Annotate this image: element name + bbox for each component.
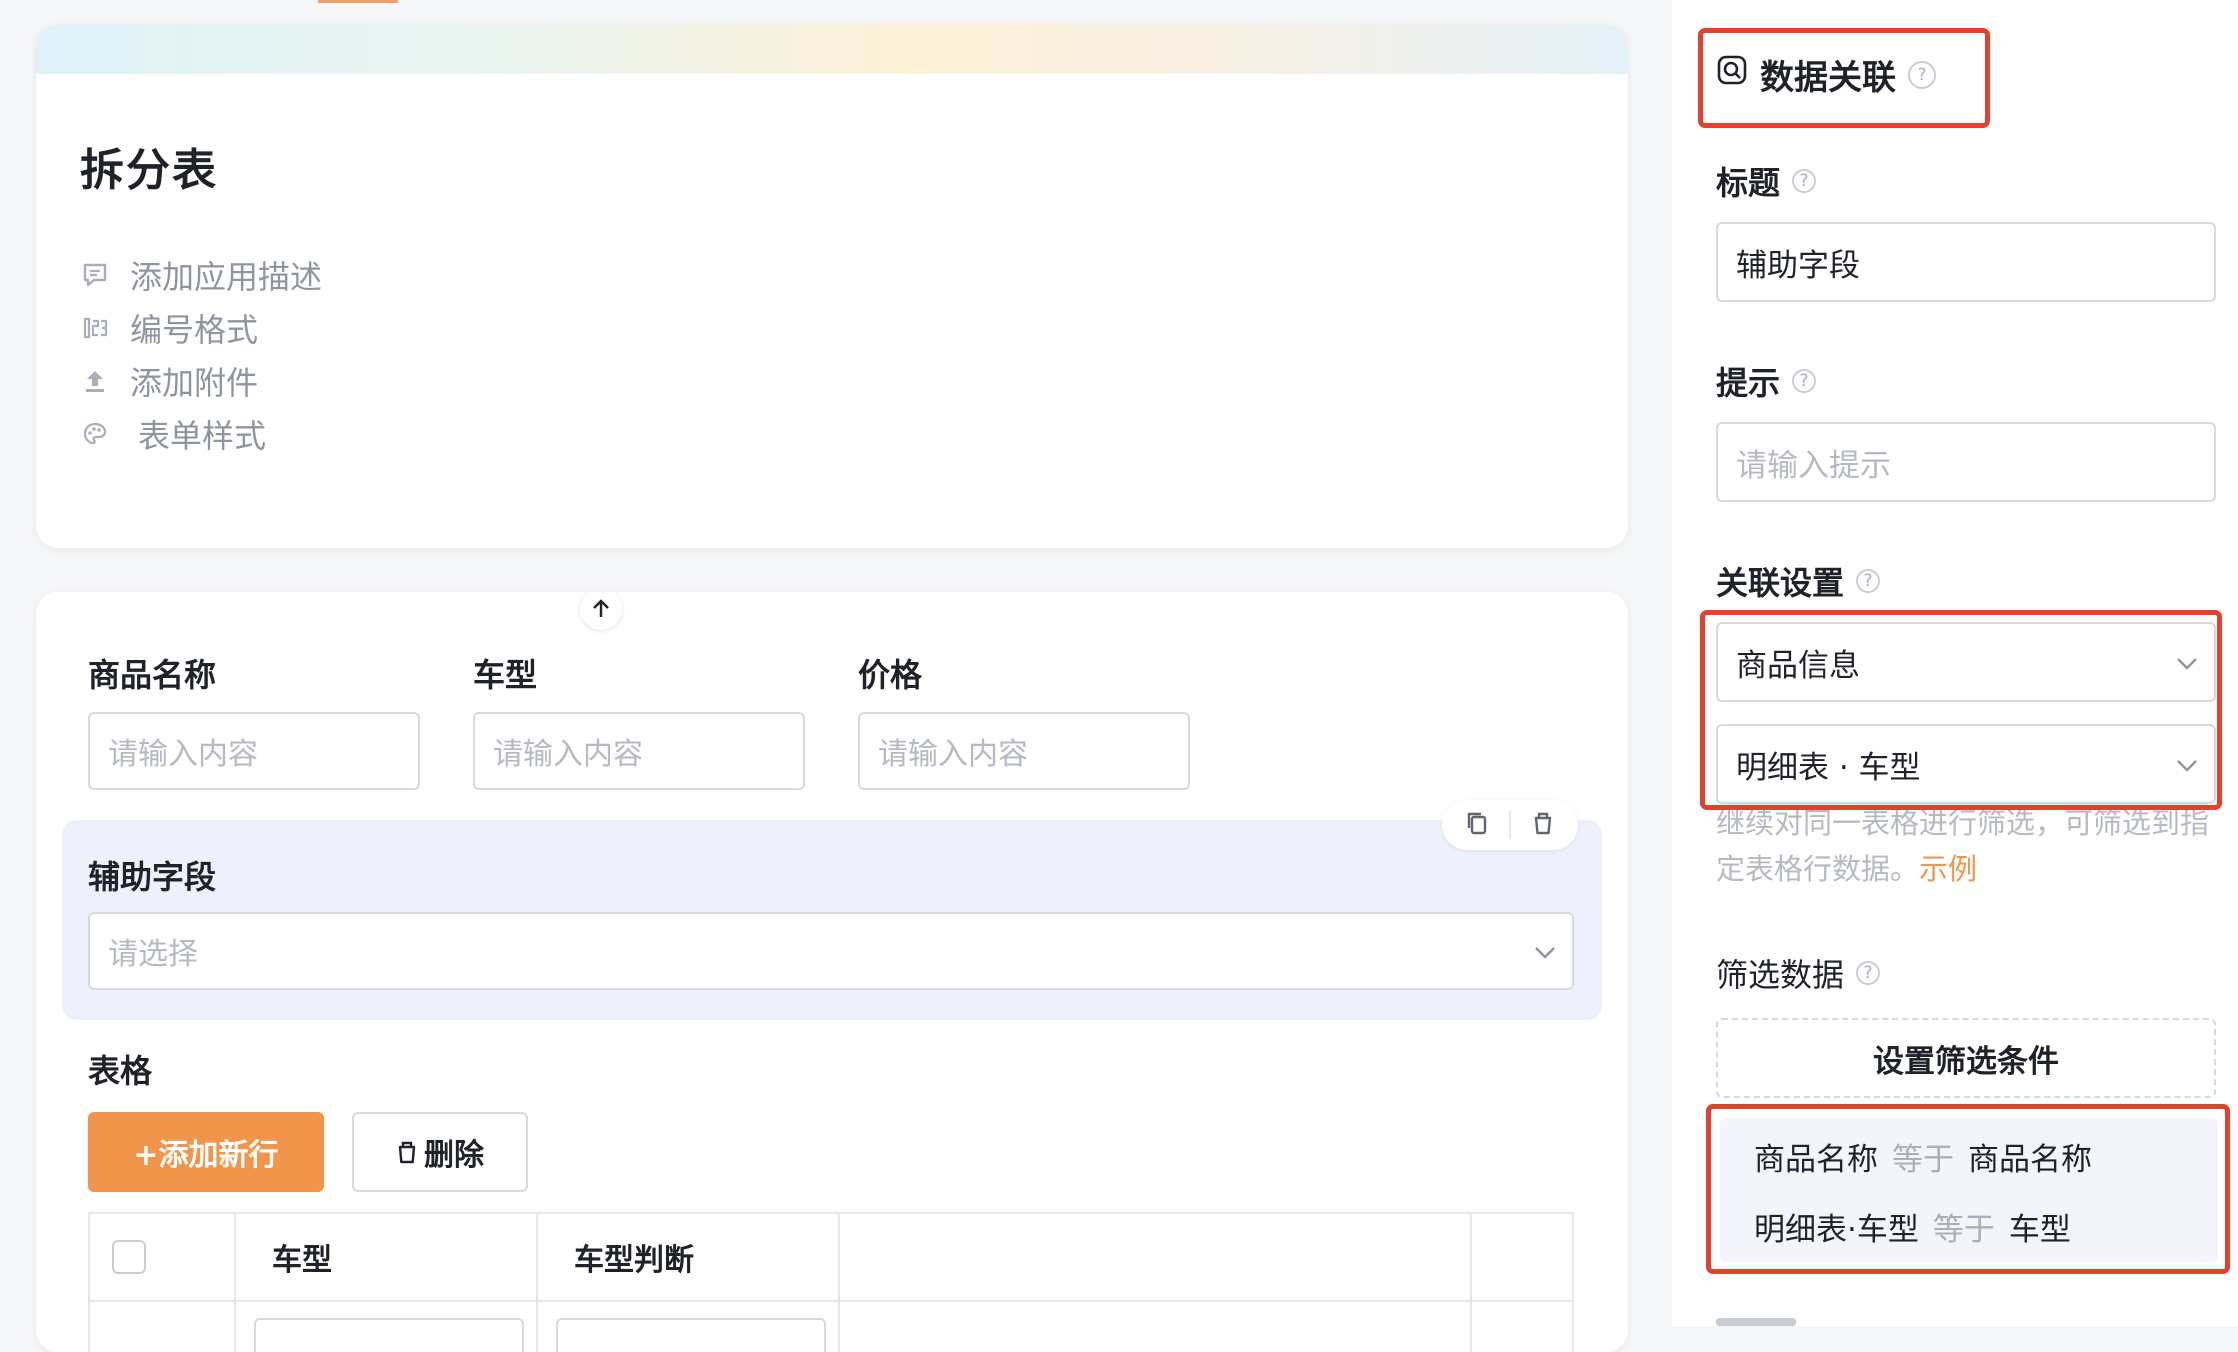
set-filter-button[interactable]: 设置筛选条件 (1716, 1018, 2216, 1098)
example-link[interactable]: 示例 (1919, 852, 1977, 886)
form-header-card: 拆分表 添加应用描述 编号格式 添加附件 表单样式 (36, 24, 1628, 548)
table-row (90, 1302, 1572, 1352)
add-attachment-label: 添加附件 (130, 364, 259, 402)
form-title[interactable]: 拆分表 (80, 134, 218, 198)
chevron-down-icon (2177, 760, 2197, 772)
panel-title-text: 数据关联 (1760, 58, 1896, 98)
link-detail-select[interactable]: 明细表 · 车型 (1716, 724, 2216, 804)
detail-table: 车型 车型判断 (88, 1212, 1574, 1352)
row-car-check-input[interactable] (556, 1318, 826, 1352)
table-header-row: 车型 车型判断 (90, 1214, 1572, 1302)
column-header-car-check[interactable]: 车型判断 (538, 1214, 840, 1300)
field-toolbar (1442, 800, 1578, 850)
condition-left: 商品名称 (1754, 1142, 1878, 1178)
row-empty-cell (840, 1302, 1472, 1352)
delete-row-label: 删除 (424, 1138, 484, 1173)
add-description-label: 添加应用描述 (130, 258, 323, 296)
column-header-empty (840, 1214, 1472, 1300)
condition-row[interactable]: 商品名称 等于 商品名称 (1754, 1134, 2092, 1179)
column-header-car-model[interactable]: 车型 (236, 1214, 538, 1300)
field-label-table: 表格 (88, 1052, 153, 1090)
settings-panel: 数据关联 ? 标题 ? 辅助字段 提示 ? 请输入提示 关联设置 ? 商品信息 … (1672, 0, 2238, 1326)
column-header-actions (1472, 1214, 1572, 1300)
row-car-check-cell[interactable] (538, 1302, 840, 1352)
selected-field-auxiliary[interactable]: 辅助字段 请选择 (62, 800, 1602, 1020)
field-label-car-model: 车型 (473, 656, 538, 694)
condition-left: 明细表·车型 (1754, 1212, 1919, 1248)
select-all-cell (90, 1214, 236, 1300)
form-body-card: 商品名称 请输入内容 车型 请输入内容 价格 请输入内容 辅助字段 请选择 表格… (36, 592, 1628, 1352)
comment-icon (80, 260, 110, 290)
title-label-text: 标题 (1716, 164, 1781, 202)
link-detail-value: 明细表 · 车型 (1736, 749, 1921, 786)
condition-operator: 等于 (1932, 1212, 1995, 1248)
add-attachment[interactable]: 添加附件 (80, 358, 258, 404)
header-gradient (36, 24, 1628, 74)
number-format-label: 编号格式 (130, 311, 259, 349)
delete-row-button[interactable]: 删除 (352, 1112, 528, 1192)
help-icon[interactable]: ? (1856, 961, 1881, 985)
delete-icon[interactable] (1529, 809, 1557, 841)
tip-label-text: 提示 (1716, 364, 1781, 402)
form-style-label: 表单样式 (138, 417, 267, 455)
add-row-button[interactable]: +添加新行 (88, 1112, 324, 1192)
chevron-down-icon (1535, 947, 1555, 959)
link-source-select[interactable]: 商品信息 (1716, 622, 2216, 702)
form-style[interactable]: 表单样式 (80, 411, 266, 457)
row-car-model-input[interactable] (254, 1318, 524, 1352)
link-source-value: 商品信息 (1736, 647, 1860, 684)
panel-title: 数据关联 ? (1716, 50, 1936, 99)
filter-label: 筛选数据 ? (1716, 950, 1881, 996)
condition-operator: 等于 (1892, 1142, 1954, 1178)
toolbar-divider (1509, 811, 1511, 839)
add-description[interactable]: 添加应用描述 (80, 252, 322, 298)
next-section-label (1716, 1312, 1796, 1332)
number-format-icon (80, 313, 110, 343)
auxiliary-select[interactable]: 请选择 (88, 912, 1574, 990)
filter-conditions: 商品名称 等于 商品名称 明细表·车型 等于 车型 (1720, 1118, 2218, 1262)
link-settings-label: 关联设置 ? (1716, 558, 1881, 604)
data-link-icon (1716, 54, 1748, 95)
row-action-cell (1472, 1302, 1572, 1352)
upload-icon (80, 366, 110, 396)
select-all-checkbox[interactable] (112, 1240, 146, 1274)
link-hint: 继续对同一表格进行筛选，可筛选到指定表格行数据。示例 (1716, 800, 2216, 892)
field-label-auxiliary: 辅助字段 (88, 858, 217, 896)
row-car-model-cell[interactable] (236, 1302, 538, 1352)
condition-right: 商品名称 (1968, 1142, 2092, 1178)
active-tab-indicator (318, 0, 398, 3)
tip-input[interactable]: 请输入提示 (1716, 422, 2216, 502)
condition-right: 车型 (2008, 1212, 2071, 1248)
link-settings-label-text: 关联设置 (1716, 564, 1845, 602)
copy-icon[interactable] (1463, 809, 1491, 841)
trash-icon (398, 1141, 416, 1164)
help-icon[interactable]: ? (1908, 60, 1936, 89)
condition-row[interactable]: 明细表·车型 等于 车型 (1754, 1204, 2071, 1249)
price-input[interactable]: 请输入内容 (858, 712, 1190, 790)
arrow-up-icon[interactable] (580, 592, 622, 630)
tip-label: 提示 ? (1716, 358, 1817, 404)
row-check-cell (90, 1302, 236, 1352)
help-icon[interactable]: ? (1792, 169, 1817, 193)
product-name-input[interactable]: 请输入内容 (88, 712, 420, 790)
chevron-down-icon (2177, 658, 2197, 670)
car-model-input[interactable]: 请输入内容 (473, 712, 805, 790)
palette-icon (80, 419, 110, 449)
help-icon[interactable]: ? (1792, 369, 1817, 393)
auxiliary-select-placeholder: 请选择 (108, 937, 198, 972)
filter-label-text: 筛选数据 (1716, 956, 1845, 994)
field-label-product-name: 商品名称 (88, 656, 217, 694)
title-label: 标题 ? (1716, 158, 1817, 204)
field-label-price: 价格 (858, 656, 923, 694)
help-icon[interactable]: ? (1856, 569, 1881, 593)
title-input[interactable]: 辅助字段 (1716, 222, 2216, 302)
number-format[interactable]: 编号格式 (80, 305, 258, 351)
